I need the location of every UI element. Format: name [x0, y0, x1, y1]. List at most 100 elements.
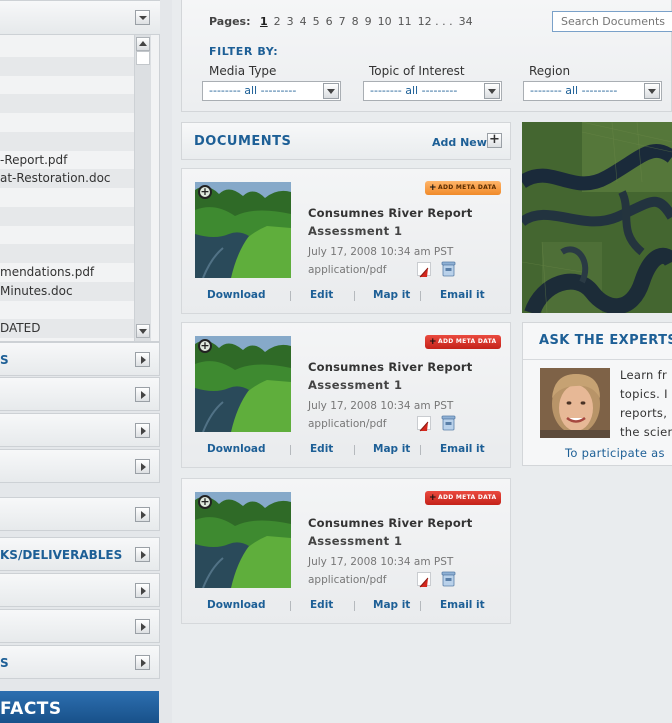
chevron-right-icon[interactable]	[135, 655, 150, 670]
filter-media-type-select[interactable]: -------- all ---------	[202, 81, 341, 101]
page-link[interactable]: 4	[300, 15, 307, 28]
sidebar-file-item[interactable]	[0, 226, 134, 245]
sidebar-section-5[interactable]	[0, 497, 160, 531]
add-meta-data-button[interactable]: ADD META DATA	[425, 181, 501, 195]
page-link[interactable]: 12 . . .	[418, 15, 453, 28]
document-card: + ADD META DATA Consumnes River Report Asse…	[181, 478, 511, 624]
download-link[interactable]: Download	[207, 443, 266, 455]
sidebar-section-1[interactable]: S	[0, 342, 160, 376]
sidebar-file-item[interactable]: -Report.pdf	[0, 151, 134, 170]
sidebar-section-9[interactable]: S	[0, 645, 160, 679]
sidebar-file-item[interactable]	[0, 244, 134, 264]
zoom-in-icon[interactable]: +	[198, 495, 212, 509]
sidebar-scrollbar[interactable]	[134, 35, 151, 341]
zoom-in-icon[interactable]: +	[198, 339, 212, 353]
email-it-link[interactable]: Email it	[440, 443, 485, 455]
sidebar-file-item[interactable]: at-Restoration.doc	[0, 169, 134, 189]
map-it-link[interactable]: Map it	[373, 289, 410, 301]
document-title[interactable]: Consumnes River Report	[308, 516, 473, 530]
page-link[interactable]: 7	[339, 15, 346, 28]
pdf-icon[interactable]	[417, 572, 431, 588]
edit-link[interactable]: Edit	[310, 599, 333, 611]
sidebar-section-8[interactable]	[0, 609, 160, 643]
sidebar-file-item[interactable]	[0, 188, 134, 207]
document-title[interactable]: Consumnes River Report	[308, 206, 473, 220]
chevron-down-icon[interactable]	[644, 83, 660, 99]
chevron-right-icon[interactable]	[135, 507, 150, 522]
chevron-right-icon[interactable]	[135, 619, 150, 634]
filter-topic-select[interactable]: -------- all ---------	[363, 81, 502, 101]
map-it-link[interactable]: Map it	[373, 599, 410, 611]
map-it-link[interactable]: Map it	[373, 443, 410, 455]
sidebar-section-deliverables[interactable]: KS/DELIVERABLES	[0, 537, 160, 571]
chevron-right-icon[interactable]	[135, 547, 150, 562]
edit-link[interactable]: Edit	[310, 443, 333, 455]
page-link[interactable]: 34	[459, 15, 473, 28]
expert-avatar[interactable]	[540, 368, 610, 438]
chevron-down-icon[interactable]	[323, 83, 339, 99]
sidebar-file-item[interactable]: DATED	[0, 319, 134, 339]
email-it-link[interactable]: Email it	[440, 599, 485, 611]
chevron-down-icon[interactable]	[135, 10, 150, 25]
zoom-in-icon[interactable]: +	[198, 185, 212, 199]
sidebar-file-panel-header	[0, 1, 160, 35]
pdf-icon[interactable]	[417, 262, 431, 278]
document-thumbnail[interactable]: +	[195, 336, 291, 432]
sidebar-section-3[interactable]	[0, 413, 160, 447]
sidebar-file-item[interactable]	[0, 38, 134, 57]
sidebar-file-item[interactable]: Minutes.doc	[0, 281, 134, 301]
satellite-map[interactable]	[522, 122, 672, 313]
action-separator	[290, 445, 291, 455]
sidebar-file-item[interactable]	[0, 94, 134, 114]
sidebar-file-item[interactable]	[0, 206, 134, 226]
experts-participate-link[interactable]: To participate as	[565, 446, 665, 460]
sidebar-file-item[interactable]	[0, 301, 134, 320]
sidebar-file-item[interactable]	[0, 113, 134, 132]
edit-link[interactable]: Edit	[310, 289, 333, 301]
document-thumbnail[interactable]: +	[195, 492, 291, 588]
sidebar-section-4[interactable]	[0, 449, 160, 483]
scroll-thumb[interactable]	[136, 51, 150, 65]
sidebar-file-item[interactable]	[0, 131, 134, 151]
chevron-down-icon[interactable]	[484, 83, 500, 99]
scroll-down-icon[interactable]	[136, 324, 150, 338]
add-meta-data-button[interactable]: ADD META DATA	[425, 335, 501, 349]
document-title[interactable]: Consumnes River Report	[308, 360, 473, 374]
page-link[interactable]: 5	[313, 15, 320, 28]
search-input[interactable]	[552, 11, 672, 32]
sidebar-facts-header[interactable]: FACTS	[0, 691, 159, 723]
trash-icon[interactable]	[441, 261, 456, 277]
download-link[interactable]: Download	[207, 599, 266, 611]
chevron-right-icon[interactable]	[135, 423, 150, 438]
sidebar-file-item[interactable]	[0, 76, 134, 95]
trash-icon[interactable]	[441, 415, 456, 431]
sidebar-section-2[interactable]	[0, 377, 160, 411]
filter-region-select[interactable]: -------- all ---------	[523, 81, 662, 101]
chevron-right-icon[interactable]	[135, 583, 150, 598]
chevron-right-icon[interactable]	[135, 387, 150, 402]
download-link[interactable]: Download	[207, 289, 266, 301]
add-meta-data-button[interactable]: ADD META DATA	[425, 491, 501, 505]
page-link[interactable]: 2	[274, 15, 281, 28]
chevron-right-icon[interactable]	[135, 459, 150, 474]
trash-icon[interactable]	[441, 571, 456, 587]
action-separator	[420, 291, 421, 301]
pdf-icon[interactable]	[417, 416, 431, 432]
sidebar-file-item[interactable]	[0, 56, 134, 76]
page-link[interactable]: 9	[365, 15, 372, 28]
page-link[interactable]: 3	[287, 15, 294, 28]
sidebar-file-item[interactable]: mendations.pdf	[0, 263, 134, 282]
page-link[interactable]: 6	[326, 15, 333, 28]
page-link[interactable]: 1	[260, 15, 268, 28]
sidebar-section-7[interactable]	[0, 573, 160, 607]
add-new-button[interactable]: +	[487, 133, 502, 148]
scroll-up-icon[interactable]	[136, 37, 150, 51]
document-thumbnail[interactable]: +	[195, 182, 291, 278]
chevron-right-icon[interactable]	[135, 352, 150, 367]
sidebar-section-label: S	[0, 353, 9, 367]
page-link[interactable]: 10	[378, 15, 392, 28]
page-link[interactable]: 8	[352, 15, 359, 28]
page-link[interactable]: 11	[398, 15, 412, 28]
add-new-link[interactable]: Add New	[432, 136, 487, 149]
email-it-link[interactable]: Email it	[440, 289, 485, 301]
